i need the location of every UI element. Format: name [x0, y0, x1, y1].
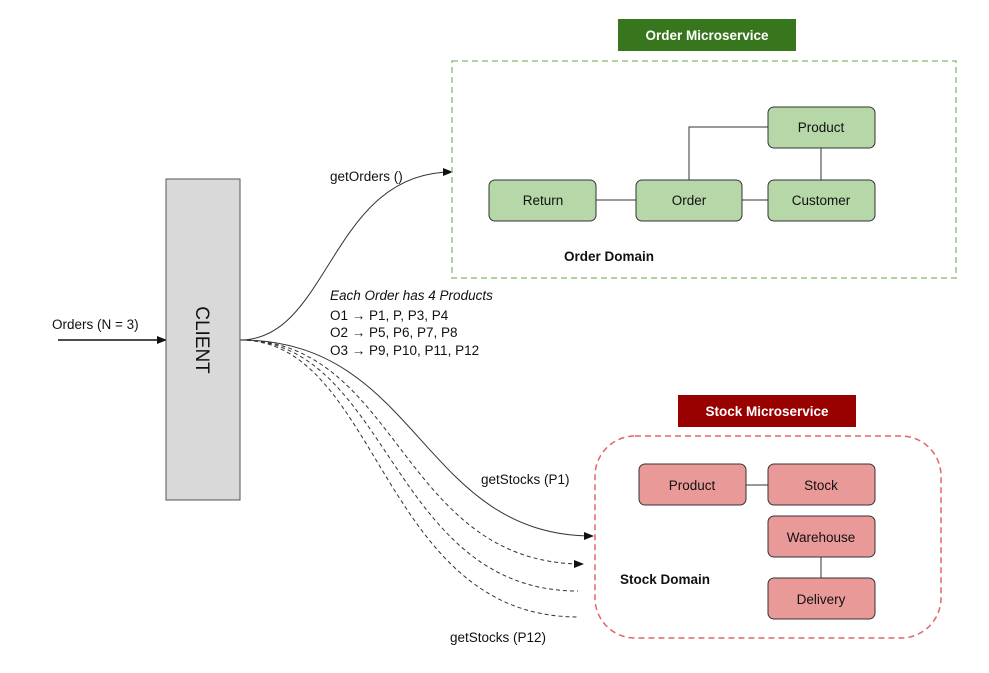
order-domain-boundary	[451, 60, 957, 279]
get-stocks-p12-label: getStocks (P12)	[450, 630, 546, 645]
order-microservice-title: Order Microservice	[645, 28, 769, 43]
stock-entity-stock[interactable]: Stock	[767, 463, 876, 506]
entity-label: Product	[669, 478, 716, 493]
order-domain-label: Order Domain	[564, 249, 654, 264]
get-stocks-dashed-arrow	[239, 339, 584, 568]
get-stocks-p1-arrow	[239, 339, 594, 540]
entity-label: Stock	[804, 478, 838, 493]
entity-label: Warehouse	[787, 530, 856, 545]
stock-domain-label: Stock Domain	[620, 572, 710, 587]
get-stocks-p1-label: getStocks (P1)	[481, 472, 570, 487]
entity-label: Delivery	[797, 592, 846, 607]
client-label: CLIENT	[191, 306, 212, 374]
stock-entity-product[interactable]: Product	[638, 463, 747, 506]
order-microservice: Order Microservice Product Return Order …	[451, 19, 957, 279]
note-line-2: O2 → P5, P6, P7, P8	[330, 325, 458, 340]
stock-microservice-title: Stock Microservice	[705, 404, 829, 419]
get-stocks-dashed-line	[239, 339, 579, 592]
entity-label: Order	[672, 193, 707, 208]
note-line-1: O1 → P1, P, P3, P4	[330, 308, 449, 323]
stock-microservice: Stock Microservice Product Stock Warehou…	[594, 395, 942, 639]
order-entity-customer[interactable]: Customer	[767, 179, 876, 222]
note-title: Each Order has 4 Products	[330, 288, 493, 303]
entity-label: Customer	[792, 193, 851, 208]
order-entity-return[interactable]: Return	[488, 179, 597, 222]
order-entity-product[interactable]: Product	[767, 106, 876, 149]
architecture-diagram: Orders (N = 3) CLIENT getOrders () Each …	[52, 19, 957, 645]
entity-label: Return	[523, 193, 564, 208]
get-orders-label: getOrders ()	[330, 169, 403, 184]
stock-entity-delivery[interactable]: Delivery	[767, 577, 876, 620]
client-node[interactable]: CLIENT	[165, 178, 241, 501]
order-entity-order[interactable]: Order	[635, 179, 743, 222]
note-line-3: O3 → P9, P10, P11, P12	[330, 343, 479, 358]
orders-input-label: Orders (N = 3)	[52, 317, 139, 332]
orders-products-note: Each Order has 4 Products O1 → P1, P, P3…	[330, 288, 493, 358]
entity-label: Product	[798, 120, 845, 135]
stock-entity-warehouse[interactable]: Warehouse	[767, 515, 876, 558]
